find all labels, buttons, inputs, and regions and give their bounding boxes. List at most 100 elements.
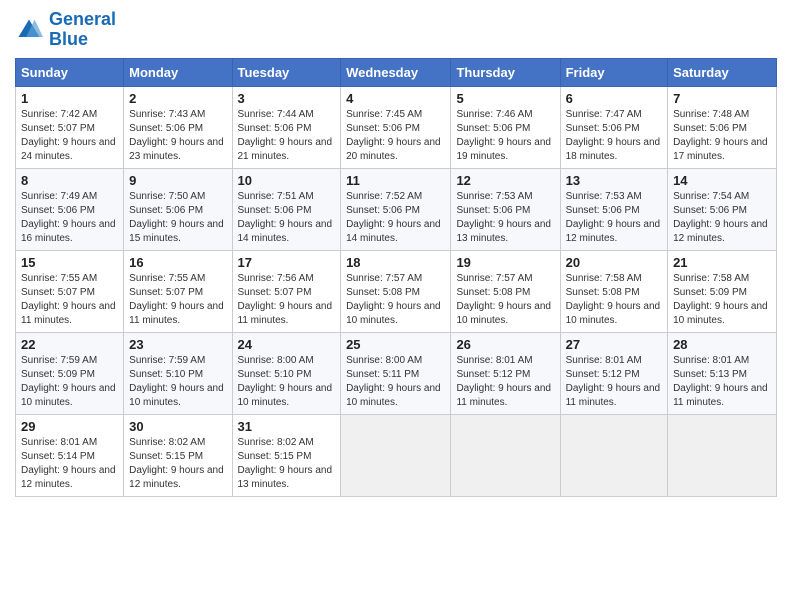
calendar-cell: 16 Sunrise: 7:55 AMSunset: 5:07 PMDaylig… xyxy=(124,250,232,332)
calendar-cell: 9 Sunrise: 7:50 AMSunset: 5:06 PMDayligh… xyxy=(124,168,232,250)
day-info: Sunrise: 7:45 AMSunset: 5:06 PMDaylight:… xyxy=(346,109,441,162)
day-info: Sunrise: 7:56 AMSunset: 5:07 PMDaylight:… xyxy=(238,273,333,326)
day-info: Sunrise: 7:57 AMSunset: 5:08 PMDaylight:… xyxy=(346,273,441,326)
day-number: 12 xyxy=(456,173,554,188)
day-number: 7 xyxy=(673,91,771,106)
calendar-cell: 29 Sunrise: 8:01 AMSunset: 5:14 PMDaylig… xyxy=(16,414,124,496)
day-info: Sunrise: 7:58 AMSunset: 5:08 PMDaylight:… xyxy=(566,273,661,326)
calendar-cell xyxy=(668,414,777,496)
calendar-cell: 18 Sunrise: 7:57 AMSunset: 5:08 PMDaylig… xyxy=(341,250,451,332)
weekday-header: Tuesday xyxy=(232,58,341,86)
day-number: 14 xyxy=(673,173,771,188)
day-number: 25 xyxy=(346,337,445,352)
calendar-cell: 31 Sunrise: 8:02 AMSunset: 5:15 PMDaylig… xyxy=(232,414,341,496)
calendar-cell: 26 Sunrise: 8:01 AMSunset: 5:12 PMDaylig… xyxy=(451,332,560,414)
day-info: Sunrise: 7:59 AMSunset: 5:10 PMDaylight:… xyxy=(129,355,224,408)
calendar-cell: 13 Sunrise: 7:53 AMSunset: 5:06 PMDaylig… xyxy=(560,168,667,250)
day-info: Sunrise: 7:46 AMSunset: 5:06 PMDaylight:… xyxy=(456,109,551,162)
calendar-cell: 2 Sunrise: 7:43 AMSunset: 5:06 PMDayligh… xyxy=(124,86,232,168)
day-info: Sunrise: 7:48 AMSunset: 5:06 PMDaylight:… xyxy=(673,109,768,162)
day-number: 6 xyxy=(566,91,662,106)
calendar-week-row: 1 Sunrise: 7:42 AMSunset: 5:07 PMDayligh… xyxy=(16,86,777,168)
day-info: Sunrise: 7:51 AMSunset: 5:06 PMDaylight:… xyxy=(238,191,333,244)
day-info: Sunrise: 7:52 AMSunset: 5:06 PMDaylight:… xyxy=(346,191,441,244)
day-number: 29 xyxy=(21,419,118,434)
day-info: Sunrise: 7:42 AMSunset: 5:07 PMDaylight:… xyxy=(21,109,116,162)
day-info: Sunrise: 7:53 AMSunset: 5:06 PMDaylight:… xyxy=(566,191,661,244)
day-number: 16 xyxy=(129,255,226,270)
calendar-cell xyxy=(451,414,560,496)
weekday-header: Friday xyxy=(560,58,667,86)
day-info: Sunrise: 7:49 AMSunset: 5:06 PMDaylight:… xyxy=(21,191,116,244)
calendar-cell: 6 Sunrise: 7:47 AMSunset: 5:06 PMDayligh… xyxy=(560,86,667,168)
weekday-header: Monday xyxy=(124,58,232,86)
day-info: Sunrise: 7:55 AMSunset: 5:07 PMDaylight:… xyxy=(129,273,224,326)
day-info: Sunrise: 7:58 AMSunset: 5:09 PMDaylight:… xyxy=(673,273,768,326)
weekday-header: Wednesday xyxy=(341,58,451,86)
day-number: 31 xyxy=(238,419,336,434)
day-info: Sunrise: 8:02 AMSunset: 5:15 PMDaylight:… xyxy=(129,437,224,490)
calendar-cell: 10 Sunrise: 7:51 AMSunset: 5:06 PMDaylig… xyxy=(232,168,341,250)
calendar-cell: 5 Sunrise: 7:46 AMSunset: 5:06 PMDayligh… xyxy=(451,86,560,168)
calendar-cell: 17 Sunrise: 7:56 AMSunset: 5:07 PMDaylig… xyxy=(232,250,341,332)
day-info: Sunrise: 7:50 AMSunset: 5:06 PMDaylight:… xyxy=(129,191,224,244)
calendar-cell: 7 Sunrise: 7:48 AMSunset: 5:06 PMDayligh… xyxy=(668,86,777,168)
day-number: 19 xyxy=(456,255,554,270)
calendar-cell: 25 Sunrise: 8:00 AMSunset: 5:11 PMDaylig… xyxy=(341,332,451,414)
calendar-cell xyxy=(560,414,667,496)
calendar-cell xyxy=(341,414,451,496)
day-info: Sunrise: 7:53 AMSunset: 5:06 PMDaylight:… xyxy=(456,191,551,244)
day-number: 8 xyxy=(21,173,118,188)
weekday-header: Thursday xyxy=(451,58,560,86)
calendar-cell: 21 Sunrise: 7:58 AMSunset: 5:09 PMDaylig… xyxy=(668,250,777,332)
calendar-header-row: SundayMondayTuesdayWednesdayThursdayFrid… xyxy=(16,58,777,86)
calendar-cell: 27 Sunrise: 8:01 AMSunset: 5:12 PMDaylig… xyxy=(560,332,667,414)
calendar-week-row: 22 Sunrise: 7:59 AMSunset: 5:09 PMDaylig… xyxy=(16,332,777,414)
calendar-cell: 30 Sunrise: 8:02 AMSunset: 5:15 PMDaylig… xyxy=(124,414,232,496)
calendar-body: 1 Sunrise: 7:42 AMSunset: 5:07 PMDayligh… xyxy=(16,86,777,496)
day-number: 21 xyxy=(673,255,771,270)
day-info: Sunrise: 8:02 AMSunset: 5:15 PMDaylight:… xyxy=(238,437,333,490)
day-number: 9 xyxy=(129,173,226,188)
logo-text: General Blue xyxy=(49,10,116,50)
day-info: Sunrise: 8:01 AMSunset: 5:14 PMDaylight:… xyxy=(21,437,116,490)
day-number: 3 xyxy=(238,91,336,106)
day-info: Sunrise: 8:01 AMSunset: 5:13 PMDaylight:… xyxy=(673,355,768,408)
day-number: 27 xyxy=(566,337,662,352)
calendar-cell: 19 Sunrise: 7:57 AMSunset: 5:08 PMDaylig… xyxy=(451,250,560,332)
calendar-cell: 22 Sunrise: 7:59 AMSunset: 5:09 PMDaylig… xyxy=(16,332,124,414)
weekday-header: Saturday xyxy=(668,58,777,86)
page-header: General Blue xyxy=(15,10,777,50)
calendar-cell: 15 Sunrise: 7:55 AMSunset: 5:07 PMDaylig… xyxy=(16,250,124,332)
day-info: Sunrise: 7:43 AMSunset: 5:06 PMDaylight:… xyxy=(129,109,224,162)
day-number: 4 xyxy=(346,91,445,106)
day-number: 18 xyxy=(346,255,445,270)
day-info: Sunrise: 7:47 AMSunset: 5:06 PMDaylight:… xyxy=(566,109,661,162)
calendar-cell: 3 Sunrise: 7:44 AMSunset: 5:06 PMDayligh… xyxy=(232,86,341,168)
weekday-header: Sunday xyxy=(16,58,124,86)
day-number: 22 xyxy=(21,337,118,352)
day-number: 15 xyxy=(21,255,118,270)
day-number: 20 xyxy=(566,255,662,270)
day-number: 23 xyxy=(129,337,226,352)
day-info: Sunrise: 8:01 AMSunset: 5:12 PMDaylight:… xyxy=(456,355,551,408)
calendar-week-row: 8 Sunrise: 7:49 AMSunset: 5:06 PMDayligh… xyxy=(16,168,777,250)
day-number: 1 xyxy=(21,91,118,106)
day-number: 28 xyxy=(673,337,771,352)
calendar-cell: 11 Sunrise: 7:52 AMSunset: 5:06 PMDaylig… xyxy=(341,168,451,250)
calendar-cell: 4 Sunrise: 7:45 AMSunset: 5:06 PMDayligh… xyxy=(341,86,451,168)
calendar-cell: 8 Sunrise: 7:49 AMSunset: 5:06 PMDayligh… xyxy=(16,168,124,250)
calendar-cell: 20 Sunrise: 7:58 AMSunset: 5:08 PMDaylig… xyxy=(560,250,667,332)
calendar-cell: 1 Sunrise: 7:42 AMSunset: 5:07 PMDayligh… xyxy=(16,86,124,168)
day-info: Sunrise: 8:01 AMSunset: 5:12 PMDaylight:… xyxy=(566,355,661,408)
calendar-cell: 23 Sunrise: 7:59 AMSunset: 5:10 PMDaylig… xyxy=(124,332,232,414)
calendar-cell: 24 Sunrise: 8:00 AMSunset: 5:10 PMDaylig… xyxy=(232,332,341,414)
day-number: 24 xyxy=(238,337,336,352)
calendar-week-row: 15 Sunrise: 7:55 AMSunset: 5:07 PMDaylig… xyxy=(16,250,777,332)
day-info: Sunrise: 7:44 AMSunset: 5:06 PMDaylight:… xyxy=(238,109,333,162)
logo-icon xyxy=(15,16,43,44)
day-number: 10 xyxy=(238,173,336,188)
day-number: 11 xyxy=(346,173,445,188)
day-number: 26 xyxy=(456,337,554,352)
day-info: Sunrise: 7:59 AMSunset: 5:09 PMDaylight:… xyxy=(21,355,116,408)
